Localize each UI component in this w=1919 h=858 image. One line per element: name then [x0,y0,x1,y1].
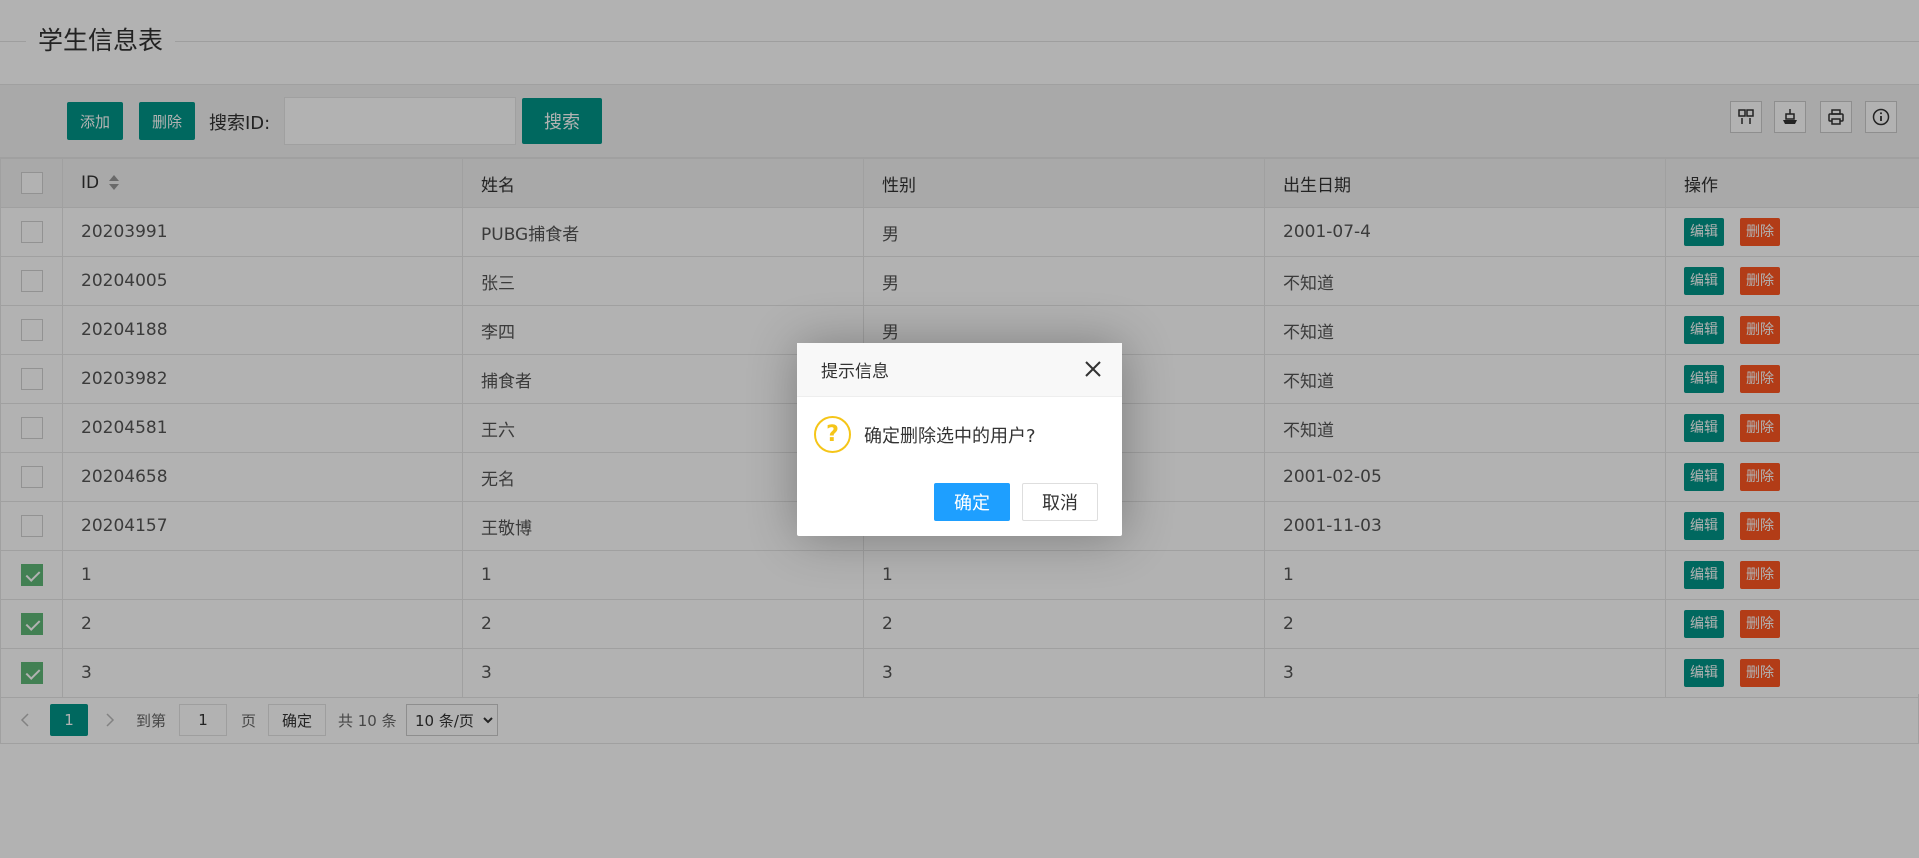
page: 学生信息表 添加 删除 搜索ID: 搜索 ID 姓名 性别 出生日期 操作 20… [0,0,1919,858]
dialog-message: 确定删除选中的用户? [864,425,1036,447]
dialog-confirm-button[interactable]: 确定 [934,483,1010,521]
question-icon: ? [814,416,851,453]
dialog-title: 提示信息 [821,362,889,382]
confirm-dialog: 提示信息 ? 确定删除选中的用户? 确定 取消 [797,343,1122,536]
dialog-cancel-button[interactable]: 取消 [1022,483,1098,521]
dialog-header: 提示信息 [797,343,1122,397]
close-icon[interactable] [1082,358,1104,380]
dialog-body: ? 确定删除选中的用户? [814,416,1036,453]
